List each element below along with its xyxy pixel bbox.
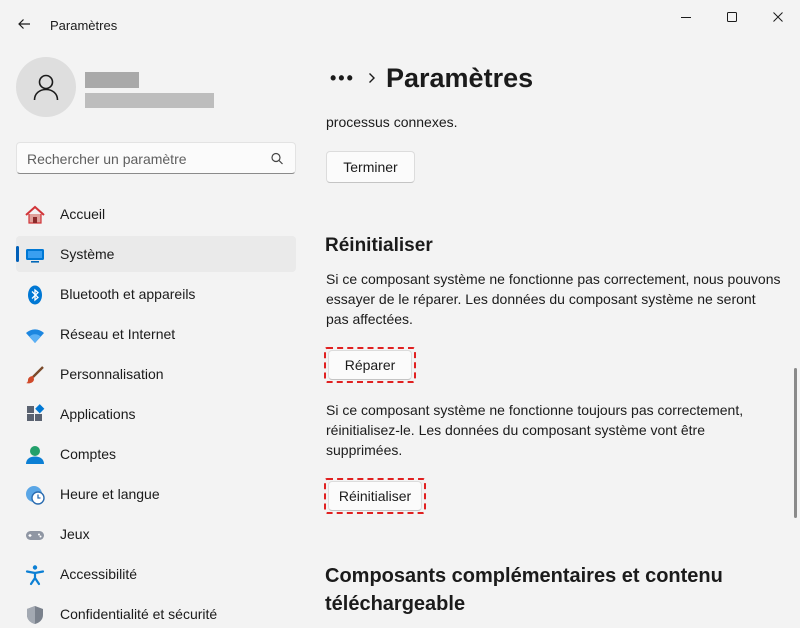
sidebar-item-label: Comptes (60, 446, 117, 462)
gamepad-icon (24, 524, 46, 546)
title-bar: Paramètres (0, 0, 800, 48)
scrollbar-thumb[interactable] (794, 368, 797, 518)
accessibility-icon (24, 564, 46, 586)
sidebar-item-label: Système (60, 246, 115, 262)
repair-button[interactable]: Réparer (328, 350, 412, 380)
scrollbar[interactable] (792, 100, 798, 628)
sidebar-item-heure-langue[interactable]: Heure et langue (16, 476, 296, 512)
search-box[interactable] (16, 142, 296, 174)
sidebar-item-applications[interactable]: Applications (16, 396, 296, 432)
account-email-redacted (85, 93, 214, 108)
breadcrumb-more-button[interactable]: ••• (330, 68, 358, 89)
maximize-button[interactable] (709, 4, 755, 30)
sidebar-item-label: Accessibilité (60, 566, 138, 582)
sidebar-item-reseau[interactable]: Réseau et Internet (16, 316, 296, 352)
sidebar-item-label: Applications (60, 406, 136, 422)
back-button[interactable] (10, 10, 38, 38)
account-name-redacted (85, 72, 139, 88)
sidebar-item-label: Bluetooth et appareils (60, 286, 196, 302)
sidebar-item-label: Personnalisation (60, 366, 164, 382)
wifi-icon (24, 324, 46, 346)
search-icon[interactable] (269, 151, 285, 167)
user-icon (33, 74, 59, 101)
clipped-text-fragment (326, 97, 626, 107)
sidebar-item-label: Confidentialité et sécurité (60, 606, 218, 622)
brush-icon (24, 364, 46, 386)
clock-globe-icon (24, 484, 46, 506)
app-title: Paramètres (50, 18, 118, 33)
addons-section-title: Composants complémentaires et contenu té… (325, 565, 723, 615)
reset-section-title: Réinitialiser (325, 235, 433, 256)
sidebar-item-confidentialite[interactable]: Confidentialité et sécurité (16, 596, 296, 628)
home-icon (24, 204, 46, 226)
sidebar-nav: Accueil Système Bluetooth et appareils R… (16, 196, 296, 628)
sidebar-item-systeme[interactable]: Système (16, 236, 296, 272)
sidebar-item-accueil[interactable]: Accueil (16, 196, 296, 232)
sidebar-item-bluetooth[interactable]: Bluetooth et appareils (16, 276, 296, 312)
terminate-button[interactable]: Terminer (326, 151, 415, 183)
sidebar-item-jeux[interactable]: Jeux (16, 516, 296, 552)
search-input[interactable] (27, 149, 267, 169)
apps-icon (24, 404, 46, 426)
sidebar-item-label: Heure et langue (60, 486, 160, 502)
reset-button[interactable]: Réinitialiser (328, 481, 422, 511)
shield-icon (24, 604, 46, 626)
chevron-right-icon (358, 72, 386, 84)
reset-description: Si ce composant système ne fonctionne to… (326, 402, 744, 458)
sidebar-item-label: Jeux (60, 526, 90, 542)
breadcrumb: ••• Paramètres (330, 58, 533, 98)
maximize-icon (727, 12, 737, 22)
minimize-button[interactable] (663, 4, 709, 30)
sidebar-item-personnalisation[interactable]: Personnalisation (16, 356, 296, 392)
system-icon (24, 244, 46, 266)
bluetooth-icon (24, 284, 46, 306)
clipped-description: processus connexes. (326, 114, 458, 130)
close-button[interactable] (755, 4, 800, 30)
sidebar-item-accessibilite[interactable]: Accessibilité (16, 556, 296, 592)
repair-description: Si ce composant système ne fonctionne pa… (326, 271, 781, 327)
avatar[interactable] (16, 57, 76, 117)
sidebar-item-label: Réseau et Internet (60, 326, 176, 342)
minimize-icon (681, 17, 691, 18)
accounts-icon (24, 444, 46, 466)
page-title: Paramètres (386, 62, 534, 93)
sidebar-item-comptes[interactable]: Comptes (16, 436, 296, 472)
close-icon (773, 12, 783, 22)
back-arrow-icon (18, 19, 30, 29)
sidebar-item-label: Accueil (60, 206, 106, 222)
